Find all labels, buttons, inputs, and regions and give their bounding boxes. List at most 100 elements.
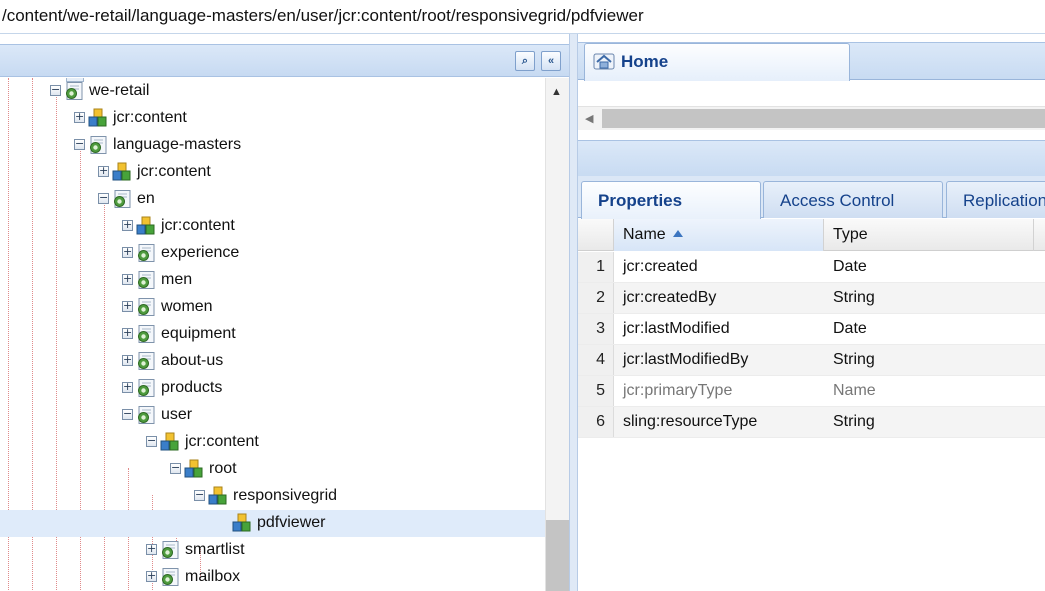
- tree-node[interactable]: + jcr:content: [0, 213, 545, 240]
- collapse-icon[interactable]: −: [194, 489, 205, 501]
- grid-row[interactable]: 2 jcr:createdBy String: [578, 283, 1045, 314]
- tree-node-label: pdfviewer: [257, 514, 326, 531]
- tree-node-label: jcr:content: [161, 217, 235, 234]
- scrollbar-thumb[interactable]: [546, 520, 569, 591]
- tab-access-control[interactable]: Access Control: [763, 181, 943, 218]
- tree-node-label: about-us: [161, 352, 224, 369]
- tree-vertical-scrollbar[interactable]: ▲: [545, 78, 569, 591]
- tree-node-label: women: [161, 298, 213, 315]
- page-node-icon: [136, 243, 156, 263]
- expand-icon[interactable]: +: [146, 570, 157, 582]
- tree-node[interactable]: pdfviewer: [0, 510, 545, 537]
- editor-horizontal-scrollbar[interactable]: ◀: [578, 106, 1045, 130]
- tree-node[interactable]: − en: [0, 186, 545, 213]
- expand-icon[interactable]: +: [122, 354, 133, 366]
- column-header-type[interactable]: Type: [824, 219, 1034, 251]
- properties-tabbar: Properties Access Control Replication: [578, 176, 1045, 219]
- tree-node[interactable]: − root: [0, 456, 545, 483]
- expand-icon[interactable]: +: [146, 543, 157, 555]
- column-header-value[interactable]: [1034, 219, 1045, 251]
- expand-icon[interactable]: +: [122, 246, 133, 258]
- expand-icon[interactable]: +: [122, 381, 133, 393]
- column-header-name[interactable]: Name: [614, 219, 824, 251]
- property-type: String: [833, 413, 875, 430]
- column-header-type-label: Type: [833, 226, 868, 243]
- collapse-icon[interactable]: −: [98, 192, 109, 204]
- property-type: Name: [833, 382, 876, 399]
- grid-row[interactable]: 6 sling:resourceType String: [578, 407, 1045, 438]
- tree-node[interactable]: + equipment: [0, 321, 545, 348]
- tree-node-label: en: [137, 190, 155, 207]
- tree-node-label: responsivegrid: [233, 487, 338, 504]
- column-header-name-label: Name: [623, 226, 666, 243]
- expand-icon[interactable]: +: [122, 219, 133, 231]
- collapse-panel-icon[interactable]: «: [541, 51, 561, 71]
- tree-node[interactable]: − language-masters: [0, 132, 545, 159]
- expand-icon[interactable]: +: [122, 300, 133, 312]
- tree-node[interactable]: + jcr:content: [0, 105, 545, 132]
- page-node-icon: [136, 297, 156, 317]
- tree-node[interactable]: + women: [0, 294, 545, 321]
- editor-tabbar: Home: [578, 42, 1045, 81]
- sort-ascending-icon: [672, 230, 683, 237]
- grid-row[interactable]: 4 jcr:lastModifiedBy String: [578, 345, 1045, 376]
- scroll-left-icon[interactable]: ◀: [585, 112, 593, 125]
- component-cube-icon: [232, 513, 252, 533]
- collapse-icon[interactable]: −: [122, 408, 133, 420]
- tab-replication[interactable]: Replication: [946, 181, 1045, 218]
- tree-node[interactable]: − responsivegrid: [0, 483, 545, 510]
- component-cube-icon: [208, 486, 228, 506]
- expand-icon[interactable]: +: [122, 273, 133, 285]
- tree-node[interactable]: + smartlist: [0, 537, 545, 564]
- home-icon: [593, 53, 615, 70]
- page-node-icon: [88, 135, 108, 155]
- tree-node-label: experience: [161, 244, 240, 261]
- tree-node[interactable]: + products: [0, 375, 545, 402]
- tree-node-label: smartlist: [185, 541, 245, 558]
- tree-node[interactable]: + men: [0, 267, 545, 294]
- property-name: jcr:created: [623, 258, 698, 275]
- tree-node[interactable]: − jcr:content: [0, 429, 545, 456]
- tree-node[interactable]: + experience: [0, 240, 545, 267]
- property-name: jcr:lastModifiedBy: [623, 351, 749, 368]
- collapse-icon[interactable]: −: [170, 462, 181, 474]
- tree-node[interactable]: − we-retail: [0, 78, 545, 105]
- tab-access-control-label: Access Control: [780, 191, 895, 210]
- property-name: jcr:createdBy: [623, 289, 717, 306]
- path-bar[interactable]: /content/we-retail/language-masters/en/u…: [0, 0, 1045, 34]
- tree-node-label: products: [161, 379, 223, 396]
- tab-home[interactable]: Home: [584, 43, 850, 81]
- crxde-window: /content/we-retail/language-masters/en/u…: [0, 0, 1045, 591]
- expand-icon[interactable]: +: [98, 165, 109, 177]
- expand-icon[interactable]: +: [122, 327, 133, 339]
- grid-row[interactable]: 1 jcr:created Date: [578, 252, 1045, 283]
- tree-node-label: jcr:content: [185, 433, 259, 450]
- row-number: 2: [578, 283, 614, 313]
- page-node-icon: [136, 351, 156, 371]
- grid-row[interactable]: 5 jcr:primaryType Name: [578, 376, 1045, 407]
- collapse-icon[interactable]: −: [74, 138, 85, 150]
- expand-icon[interactable]: +: [74, 111, 85, 123]
- tree-node[interactable]: + mailbox: [0, 564, 545, 591]
- repository-tree: − we-retail + jcr:content − language-masters +…: [0, 78, 545, 591]
- row-number: 5: [578, 376, 614, 406]
- tree-node-label: language-masters: [113, 136, 242, 153]
- page-node-icon: [136, 378, 156, 398]
- tree-node-label: jcr:content: [137, 163, 211, 180]
- scrollbar-thumb[interactable]: [602, 109, 1045, 128]
- grid-row[interactable]: 3 jcr:lastModified Date: [578, 314, 1045, 345]
- panel-splitter[interactable]: [569, 34, 578, 591]
- page-node-icon: [136, 324, 156, 344]
- tree-node[interactable]: + about-us: [0, 348, 545, 375]
- collapse-icon[interactable]: −: [50, 84, 61, 96]
- row-number: 4: [578, 345, 614, 375]
- tree-node-label: user: [161, 406, 193, 423]
- component-cube-icon: [160, 432, 180, 452]
- tab-properties[interactable]: Properties: [581, 181, 761, 219]
- tree-node[interactable]: + jcr:content: [0, 159, 545, 186]
- property-type: Date: [833, 258, 867, 275]
- collapse-icon[interactable]: −: [146, 435, 157, 447]
- scroll-up-icon[interactable]: ▲: [551, 86, 562, 98]
- tree-node[interactable]: − user: [0, 402, 545, 429]
- find-icon[interactable]: ⌕: [515, 51, 535, 71]
